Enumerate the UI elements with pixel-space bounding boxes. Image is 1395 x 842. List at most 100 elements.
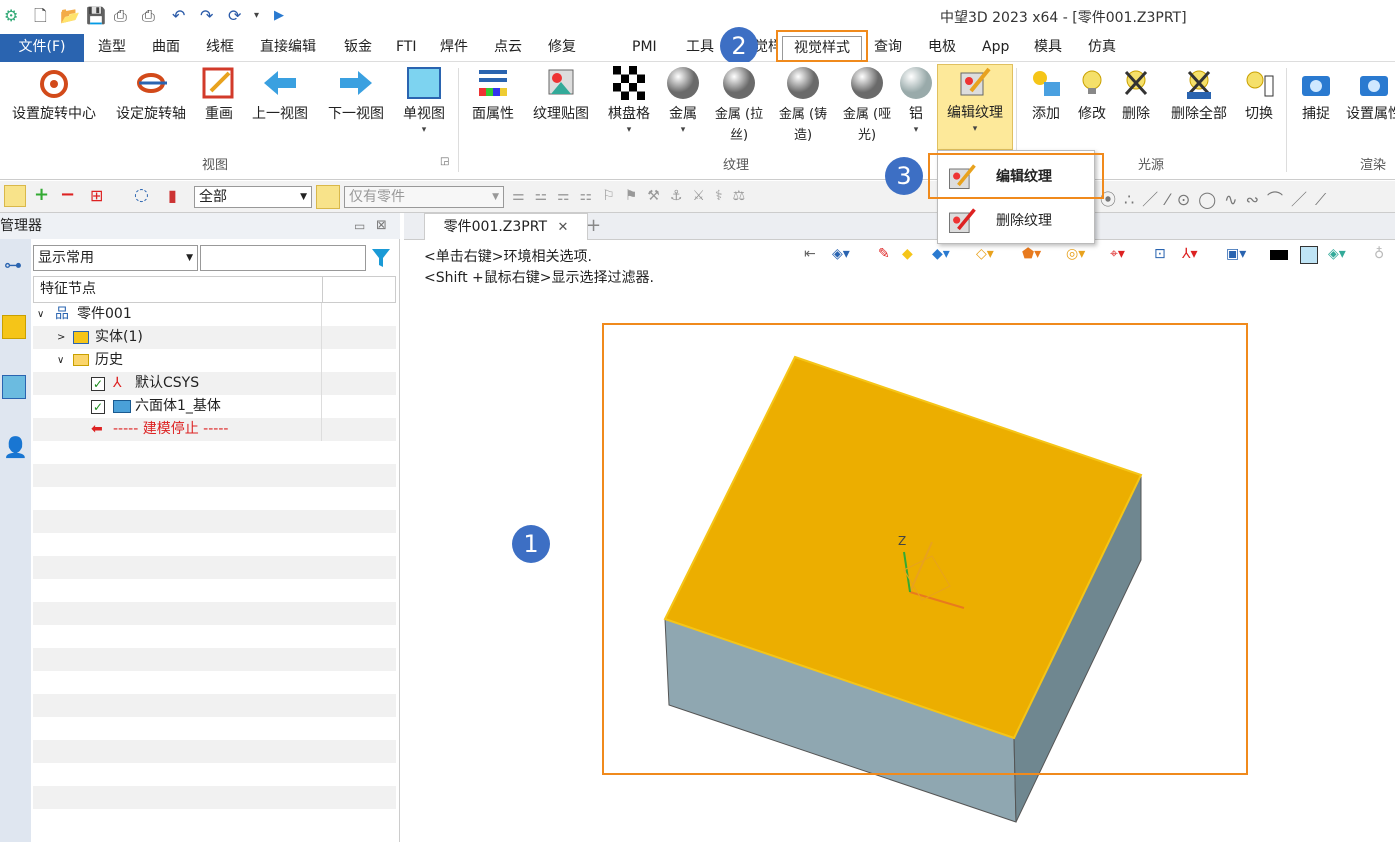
menu-repair[interactable]: PMI <box>632 34 657 60</box>
lasso-select-icon[interactable]: ◌ <box>134 185 149 205</box>
label: 纹理贴图 <box>533 106 589 122</box>
close-icon[interactable]: ⊠ <box>376 213 387 239</box>
modify-light-button[interactable]: 修改 <box>1072 66 1112 124</box>
divider <box>321 418 322 441</box>
tree-row-default-csys[interactable]: ✓ ⅄ 默认CSYS <box>33 372 396 395</box>
metal-matte-button[interactable]: 金属 (哑光) <box>836 66 898 146</box>
texture-map-button[interactable]: 纹理贴图 <box>528 66 594 124</box>
visibility-checkbox[interactable]: ✓ <box>91 377 105 391</box>
tree-row-part[interactable]: ∨ 品 零件001 <box>33 303 396 326</box>
view-manager-icon[interactable] <box>2 375 26 399</box>
menu-weldment[interactable]: 焊件 <box>440 34 468 60</box>
face-attribute-button[interactable]: 面属性 <box>468 66 518 124</box>
menu-item-edit-texture[interactable]: 编辑纹理 <box>938 155 1096 199</box>
refresh-icon[interactable]: ⟳ <box>228 5 241 27</box>
select-pointer-icon[interactable] <box>4 185 26 207</box>
expand-group-icon[interactable]: ◲ <box>440 156 449 167</box>
new-tab-icon[interactable]: + <box>586 215 601 236</box>
checkerboard-button[interactable]: 棋盘格 ▾ <box>604 66 654 136</box>
chevron-down-icon[interactable]: ▼ <box>186 246 193 270</box>
tree-row-history[interactable]: ∨ 历史 <box>33 349 396 372</box>
chevron-down-icon[interactable]: ▾ <box>938 123 1012 135</box>
menu-mold[interactable]: 模具 <box>1034 34 1062 60</box>
tree-row-solid[interactable]: > 实体(1) <box>33 326 396 349</box>
menu-app[interactable]: App <box>982 34 1009 60</box>
menu-pmi[interactable]: 工具 <box>686 34 714 60</box>
capture-button[interactable]: 捕捉 <box>1294 66 1338 124</box>
save-icon[interactable]: 💾 <box>86 5 106 27</box>
part-filter-icon[interactable] <box>316 185 340 209</box>
menu-wireframe[interactable]: 线框 <box>206 34 234 60</box>
draw-tools-icons[interactable]: ⦿∴／⁄⊙◯∿∾⌒／⟋ <box>1100 186 1334 210</box>
remove-selection-icon[interactable]: − <box>60 184 75 205</box>
tree-empty-row <box>33 510 396 533</box>
print-icon[interactable]: ⎙ <box>114 5 127 27</box>
visibility-checkbox[interactable]: ✓ <box>91 400 105 414</box>
select-scope-combo[interactable]: 仅有零件 ▼ <box>344 186 504 208</box>
part-cube-icon[interactable] <box>2 315 26 339</box>
menu-direct-edit[interactable]: 直接编辑 <box>260 34 316 60</box>
display-combo[interactable]: 显示常用 ▼ <box>33 245 198 271</box>
panel-pin-icon[interactable]: ▭ <box>354 213 365 239</box>
metal-cast-button[interactable]: 金属 (铸造) <box>772 66 834 146</box>
set-rotation-center-button[interactable]: 设置旋转中心 <box>6 66 102 124</box>
menu-point-cloud[interactable]: 点云 <box>494 34 522 60</box>
redo-icon[interactable]: ↷ <box>200 5 213 27</box>
expand-icon[interactable]: > <box>57 326 65 349</box>
add-selection-icon[interactable]: + <box>34 184 49 205</box>
chevron-down-icon[interactable]: ▾ <box>660 124 706 136</box>
chevron-down-icon[interactable]: ▾ <box>896 124 936 136</box>
menu-fti[interactable]: FTI <box>396 34 417 60</box>
single-view-button[interactable]: 单视图 ▾ <box>398 66 450 136</box>
chevron-down-icon[interactable]: ▾ <box>604 124 654 136</box>
print-preview-icon[interactable]: ⎙ <box>142 5 155 27</box>
open-folder-icon[interactable]: 📂 <box>60 5 80 27</box>
delete-light-button[interactable]: 删除 <box>1116 66 1156 124</box>
menu-query[interactable]: 查询 <box>874 34 902 60</box>
collapse-icon[interactable]: ∨ <box>57 349 64 372</box>
customize-dropdown-icon[interactable]: ▾ <box>254 5 259 27</box>
undo-icon[interactable]: ↶ <box>172 5 185 27</box>
menu-surface[interactable]: 曲面 <box>152 34 180 60</box>
document-tab[interactable]: 零件001.Z3PRT ✕ <box>424 213 588 240</box>
add-light-button[interactable]: 添加 <box>1024 66 1068 124</box>
file-menu[interactable]: 文件(F) <box>0 34 84 62</box>
tree-row-block[interactable]: ✓ 六面体1_基体 <box>33 395 396 418</box>
metal-button[interactable]: 金属 ▾ <box>660 66 706 136</box>
menu-electrode[interactable]: 电极 <box>928 34 956 60</box>
menu-item-delete-texture[interactable]: 删除纹理 <box>938 199 1096 243</box>
close-icon[interactable]: ✕ <box>557 220 568 235</box>
label: 单视图 <box>403 106 445 122</box>
redraw-button[interactable]: 重画 <box>200 66 238 124</box>
chevron-down-icon[interactable]: ▼ <box>300 187 307 207</box>
filter-icon[interactable] <box>370 247 392 269</box>
menu-data-exchange[interactable]: 修复 <box>548 34 576 60</box>
new-file-icon[interactable]: 🗋 <box>34 5 47 27</box>
tree-row-stop-modeling[interactable]: ⬅ ----- 建模停止 ----- <box>33 418 396 441</box>
set-render-attributes-button[interactable]: 设置属性 <box>1344 66 1395 124</box>
filter-combo[interactable]: 全部 ▼ <box>194 186 312 208</box>
edit-texture-button[interactable]: 编辑纹理 ▾ <box>937 64 1013 150</box>
aluminum-button[interactable]: 铝 ▾ <box>896 66 936 136</box>
snap-tools-icons[interactable]: ⚌⚍⚎⚏⚐⚑⚒⚓⚔⚕⚖ <box>512 188 755 204</box>
tree-search-input[interactable] <box>200 245 366 271</box>
previous-view-button[interactable]: 上一视图 <box>248 66 312 124</box>
switch-light-button[interactable]: 切换 <box>1238 66 1280 124</box>
user-icon[interactable]: 👤 <box>3 435 28 459</box>
collapse-icon[interactable]: ∨ <box>37 303 44 326</box>
menu-modeling[interactable]: 造型 <box>98 34 126 60</box>
metal-brushed-button[interactable]: 金属 (拉丝) <box>708 66 770 146</box>
next-view-button[interactable]: 下一视图 <box>324 66 388 124</box>
filter-chart-icon[interactable]: ▮ <box>168 186 177 205</box>
delete-all-lights-button[interactable]: 删除全部 <box>1166 66 1232 124</box>
chevron-down-icon[interactable]: ▾ <box>398 124 450 136</box>
run-icon[interactable]: ▶ <box>274 5 284 27</box>
tree-empty-row <box>33 441 396 464</box>
box-select-icon[interactable]: ⊞ <box>90 186 103 205</box>
chevron-down-icon[interactable]: ▼ <box>492 187 499 207</box>
menu-visual-style[interactable]: 视觉样式 <box>782 36 862 60</box>
set-rotation-axis-button[interactable]: 设定旋转轴 <box>110 66 192 124</box>
menu-sheet-metal[interactable]: 钣金 <box>344 34 372 60</box>
history-tree-icon[interactable]: ⊶ <box>4 255 22 276</box>
menu-simulation[interactable]: 仿真 <box>1088 34 1116 60</box>
